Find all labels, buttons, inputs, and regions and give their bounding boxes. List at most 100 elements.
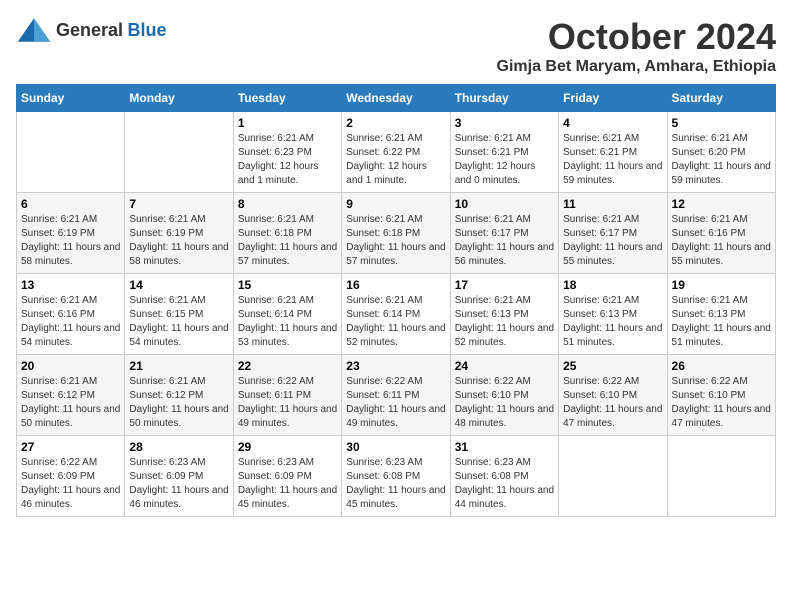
day-number: 30 <box>346 440 445 454</box>
day-number: 19 <box>672 278 771 292</box>
day-cell: 9 Sunrise: 6:21 AM Sunset: 6:18 PM Daylig… <box>342 193 450 274</box>
day-info: Sunrise: 6:23 AM Sunset: 6:08 PM Dayligh… <box>455 456 554 512</box>
day-cell: 31 Sunrise: 6:23 AM Sunset: 6:08 PM Dayli… <box>450 436 558 517</box>
week-row-5: 27 Sunrise: 6:22 AM Sunset: 6:09 PM Dayli… <box>17 436 776 517</box>
day-info: Sunrise: 6:21 AM Sunset: 6:21 PM Dayligh… <box>563 132 662 188</box>
day-info: Sunrise: 6:21 AM Sunset: 6:14 PM Dayligh… <box>346 294 445 350</box>
header-day-saturday: Saturday <box>667 85 775 112</box>
calendar: SundayMondayTuesdayWednesdayThursdayFrid… <box>16 84 776 517</box>
day-cell: 23 Sunrise: 6:22 AM Sunset: 6:11 PM Dayli… <box>342 355 450 436</box>
day-number: 22 <box>238 359 337 373</box>
day-cell: 1 Sunrise: 6:21 AM Sunset: 6:23 PM Daylig… <box>233 112 341 193</box>
day-number: 27 <box>21 440 120 454</box>
day-number: 10 <box>455 197 554 211</box>
day-info: Sunrise: 6:21 AM Sunset: 6:17 PM Dayligh… <box>455 213 554 269</box>
day-number: 8 <box>238 197 337 211</box>
day-info: Sunrise: 6:21 AM Sunset: 6:13 PM Dayligh… <box>563 294 662 350</box>
day-number: 5 <box>672 116 771 130</box>
day-info: Sunrise: 6:22 AM Sunset: 6:10 PM Dayligh… <box>563 375 662 431</box>
day-number: 25 <box>563 359 662 373</box>
day-info: Sunrise: 6:23 AM Sunset: 6:09 PM Dayligh… <box>129 456 228 512</box>
header-row: SundayMondayTuesdayWednesdayThursdayFrid… <box>17 85 776 112</box>
day-number: 6 <box>21 197 120 211</box>
day-cell: 5Sunrise: 6:21 AM Sunset: 6:20 PM Daylig… <box>667 112 775 193</box>
day-number: 3 <box>455 116 554 130</box>
day-number: 26 <box>672 359 771 373</box>
week-row-4: 20Sunrise: 6:21 AM Sunset: 6:12 PM Dayli… <box>17 355 776 436</box>
day-number: 1 <box>238 116 337 130</box>
day-number: 9 <box>346 197 445 211</box>
logo-general: General <box>56 20 123 40</box>
day-cell: 28 Sunrise: 6:23 AM Sunset: 6:09 PM Dayli… <box>125 436 233 517</box>
day-number: 12 <box>672 197 771 211</box>
day-cell: 7 Sunrise: 6:21 AM Sunset: 6:19 PM Daylig… <box>125 193 233 274</box>
day-info: Sunrise: 6:21 AM Sunset: 6:12 PM Dayligh… <box>129 375 228 431</box>
day-info: Sunrise: 6:21 AM Sunset: 6:16 PM Dayligh… <box>672 213 771 269</box>
day-cell: 4 Sunrise: 6:21 AM Sunset: 6:21 PM Daylig… <box>559 112 667 193</box>
day-cell: 22Sunrise: 6:22 AM Sunset: 6:11 PM Dayli… <box>233 355 341 436</box>
day-cell: 20Sunrise: 6:21 AM Sunset: 6:12 PM Dayli… <box>17 355 125 436</box>
day-info: Sunrise: 6:22 AM Sunset: 6:09 PM Dayligh… <box>21 456 120 512</box>
day-number: 29 <box>238 440 337 454</box>
day-cell: 18 Sunrise: 6:21 AM Sunset: 6:13 PM Dayli… <box>559 274 667 355</box>
day-cell: 16 Sunrise: 6:21 AM Sunset: 6:14 PM Dayli… <box>342 274 450 355</box>
day-cell <box>559 436 667 517</box>
month-title: October 2024 <box>497 16 776 58</box>
day-info: Sunrise: 6:21 AM Sunset: 6:12 PM Dayligh… <box>21 375 120 431</box>
day-number: 28 <box>129 440 228 454</box>
day-number: 11 <box>563 197 662 211</box>
day-cell: 14 Sunrise: 6:21 AM Sunset: 6:15 PM Dayli… <box>125 274 233 355</box>
day-info: Sunrise: 6:21 AM Sunset: 6:18 PM Dayligh… <box>346 213 445 269</box>
day-cell: 3 Sunrise: 6:21 AM Sunset: 6:21 PM Daylig… <box>450 112 558 193</box>
day-info: Sunrise: 6:21 AM Sunset: 6:14 PM Dayligh… <box>238 294 337 350</box>
header: General Blue October 2024 Gimja Bet Mary… <box>16 16 776 76</box>
day-cell: 25 Sunrise: 6:22 AM Sunset: 6:10 PM Dayli… <box>559 355 667 436</box>
day-cell: 19 Sunrise: 6:21 AM Sunset: 6:13 PM Dayli… <box>667 274 775 355</box>
day-info: Sunrise: 6:22 AM Sunset: 6:11 PM Dayligh… <box>346 375 445 431</box>
day-cell: 6Sunrise: 6:21 AM Sunset: 6:19 PM Daylig… <box>17 193 125 274</box>
day-info: Sunrise: 6:21 AM Sunset: 6:16 PM Dayligh… <box>21 294 120 350</box>
day-number: 24 <box>455 359 554 373</box>
day-info: Sunrise: 6:21 AM Sunset: 6:13 PM Dayligh… <box>455 294 554 350</box>
week-row-2: 6 Sunrise: 6:21 AM Sunset: 6:19 PM Daylig… <box>17 193 776 274</box>
day-number: 2 <box>346 116 445 130</box>
logo-blue: Blue <box>128 20 167 40</box>
day-cell: 11Sunrise: 6:21 AM Sunset: 6:17 PM Dayli… <box>559 193 667 274</box>
day-number: 4 <box>563 116 662 130</box>
week-row-1: 1 Sunrise: 6:21 AM Sunset: 6:23 PM Daylig… <box>17 112 776 193</box>
day-number: 16 <box>346 278 445 292</box>
header-day-thursday: Thursday <box>450 85 558 112</box>
day-cell: 21Sunrise: 6:21 AM Sunset: 6:12 PM Dayli… <box>125 355 233 436</box>
day-cell: 26Sunrise: 6:22 AM Sunset: 6:10 PM Dayli… <box>667 355 775 436</box>
day-number: 17 <box>455 278 554 292</box>
header-day-monday: Monday <box>125 85 233 112</box>
day-cell: 12 Sunrise: 6:21 AM Sunset: 6:16 PM Dayli… <box>667 193 775 274</box>
day-number: 31 <box>455 440 554 454</box>
day-info: Sunrise: 6:21 AM Sunset: 6:18 PM Dayligh… <box>238 213 337 269</box>
day-number: 15 <box>238 278 337 292</box>
header-day-sunday: Sunday <box>17 85 125 112</box>
day-info: Sunrise: 6:21 AM Sunset: 6:19 PM Dayligh… <box>129 213 228 269</box>
day-number: 7 <box>129 197 228 211</box>
day-info: Sunrise: 6:21 AM Sunset: 6:23 PM Dayligh… <box>238 132 337 188</box>
day-number: 18 <box>563 278 662 292</box>
day-info: Sunrise: 6:21 AM Sunset: 6:21 PM Dayligh… <box>455 132 554 188</box>
title-area: October 2024 Gimja Bet Maryam, Amhara, E… <box>497 16 776 76</box>
day-info: Sunrise: 6:21 AM Sunset: 6:15 PM Dayligh… <box>129 294 228 350</box>
header-day-friday: Friday <box>559 85 667 112</box>
day-cell: 8 Sunrise: 6:21 AM Sunset: 6:18 PM Daylig… <box>233 193 341 274</box>
day-info: Sunrise: 6:21 AM Sunset: 6:13 PM Dayligh… <box>672 294 771 350</box>
day-cell: 13 Sunrise: 6:21 AM Sunset: 6:16 PM Dayli… <box>17 274 125 355</box>
location-title: Gimja Bet Maryam, Amhara, Ethiopia <box>497 58 776 76</box>
day-cell: 24Sunrise: 6:22 AM Sunset: 6:10 PM Dayli… <box>450 355 558 436</box>
day-cell <box>667 436 775 517</box>
day-number: 14 <box>129 278 228 292</box>
week-row-3: 13 Sunrise: 6:21 AM Sunset: 6:16 PM Dayli… <box>17 274 776 355</box>
header-day-wednesday: Wednesday <box>342 85 450 112</box>
day-number: 13 <box>21 278 120 292</box>
day-info: Sunrise: 6:23 AM Sunset: 6:08 PM Dayligh… <box>346 456 445 512</box>
day-info: Sunrise: 6:23 AM Sunset: 6:09 PM Dayligh… <box>238 456 337 512</box>
day-number: 23 <box>346 359 445 373</box>
logo: General Blue <box>16 16 167 44</box>
day-cell: 15 Sunrise: 6:21 AM Sunset: 6:14 PM Dayli… <box>233 274 341 355</box>
